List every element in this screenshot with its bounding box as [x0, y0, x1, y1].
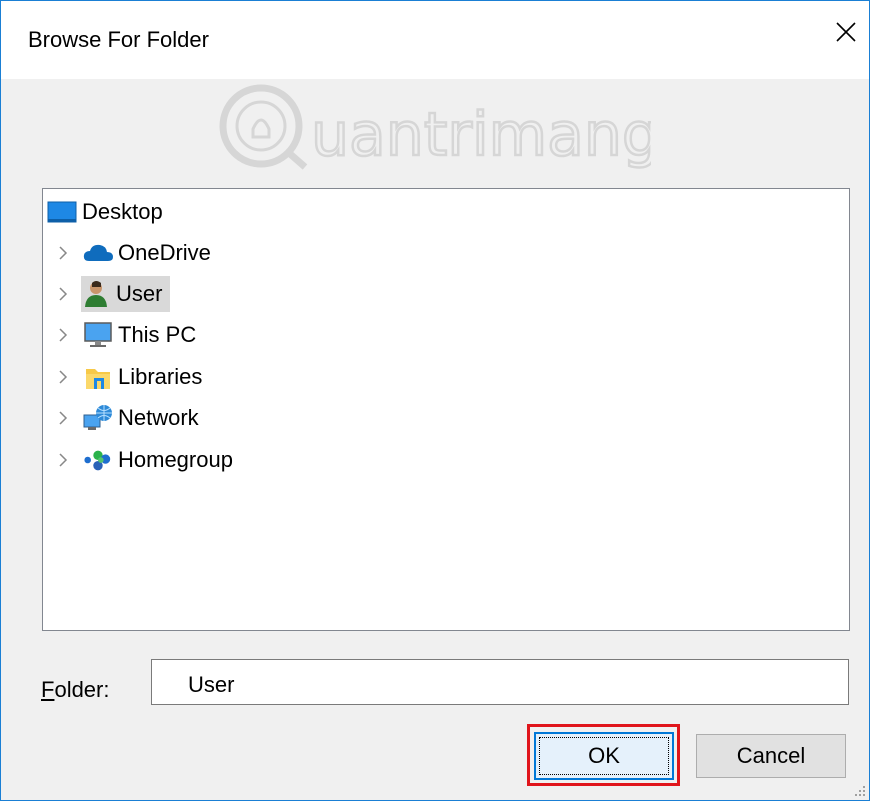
chevron-right-icon[interactable]	[55, 245, 71, 261]
tree-node-label: Homegroup	[118, 447, 233, 472]
cancel-button-label: Cancel	[736, 743, 806, 768]
close-button[interactable]	[823, 9, 869, 55]
tree-node-label: Network	[118, 405, 199, 430]
folder-label-accesskey: F	[41, 677, 55, 702]
browse-for-folder-dialog: Browse For Folder uantrimang Desktop One…	[0, 0, 870, 801]
tree-node-user[interactable]: User	[81, 276, 171, 312]
folder-tree[interactable]: Desktop OneDrive User This PC Libraries …	[42, 188, 850, 631]
network-icon	[83, 403, 113, 433]
chevron-right-icon[interactable]	[55, 452, 71, 468]
folder-label-rest: older:	[54, 677, 110, 702]
libraries-icon	[83, 362, 113, 392]
focus-rectangle	[539, 737, 669, 775]
folder-label: Folder:	[41, 677, 110, 703]
tree-node-label: User	[116, 281, 163, 306]
user-icon	[81, 279, 111, 309]
desktop-icon	[47, 197, 77, 227]
chevron-right-icon[interactable]	[55, 369, 71, 385]
tree-node-homegroup[interactable]: Homegroup	[83, 443, 241, 477]
onedrive-icon	[83, 238, 113, 268]
chevron-right-icon[interactable]	[55, 286, 71, 302]
tree-node-label: Desktop	[82, 199, 163, 224]
tree-node-label: Libraries	[118, 364, 203, 389]
cancel-button[interactable]: Cancel	[696, 734, 846, 778]
tree-node-network[interactable]: Network	[83, 401, 207, 435]
watermark-logo: uantrimang	[219, 84, 651, 171]
ok-button[interactable]: OK	[534, 732, 674, 780]
tree-node-label: OneDrive	[118, 240, 211, 265]
tree-node-libraries[interactable]: Libraries	[83, 360, 210, 394]
folder-name-input[interactable]	[151, 659, 849, 705]
tree-node-label: This PC	[118, 322, 197, 347]
tree-node-onedrive[interactable]: OneDrive	[83, 236, 219, 270]
dialog-title: Browse For Folder	[28, 27, 209, 52]
title-bar[interactable]: Browse For Folder	[1, 1, 869, 79]
chevron-right-icon[interactable]	[55, 327, 71, 343]
watermark-text: uantrimang	[311, 100, 651, 170]
tree-node-desktop[interactable]: Desktop	[47, 195, 169, 229]
chevron-right-icon[interactable]	[55, 410, 71, 426]
close-icon	[836, 22, 856, 42]
this-pc-icon	[83, 320, 113, 350]
tree-node-this-pc[interactable]: This PC	[83, 318, 204, 352]
resize-grip-icon[interactable]	[854, 785, 866, 797]
homegroup-icon	[83, 445, 113, 475]
